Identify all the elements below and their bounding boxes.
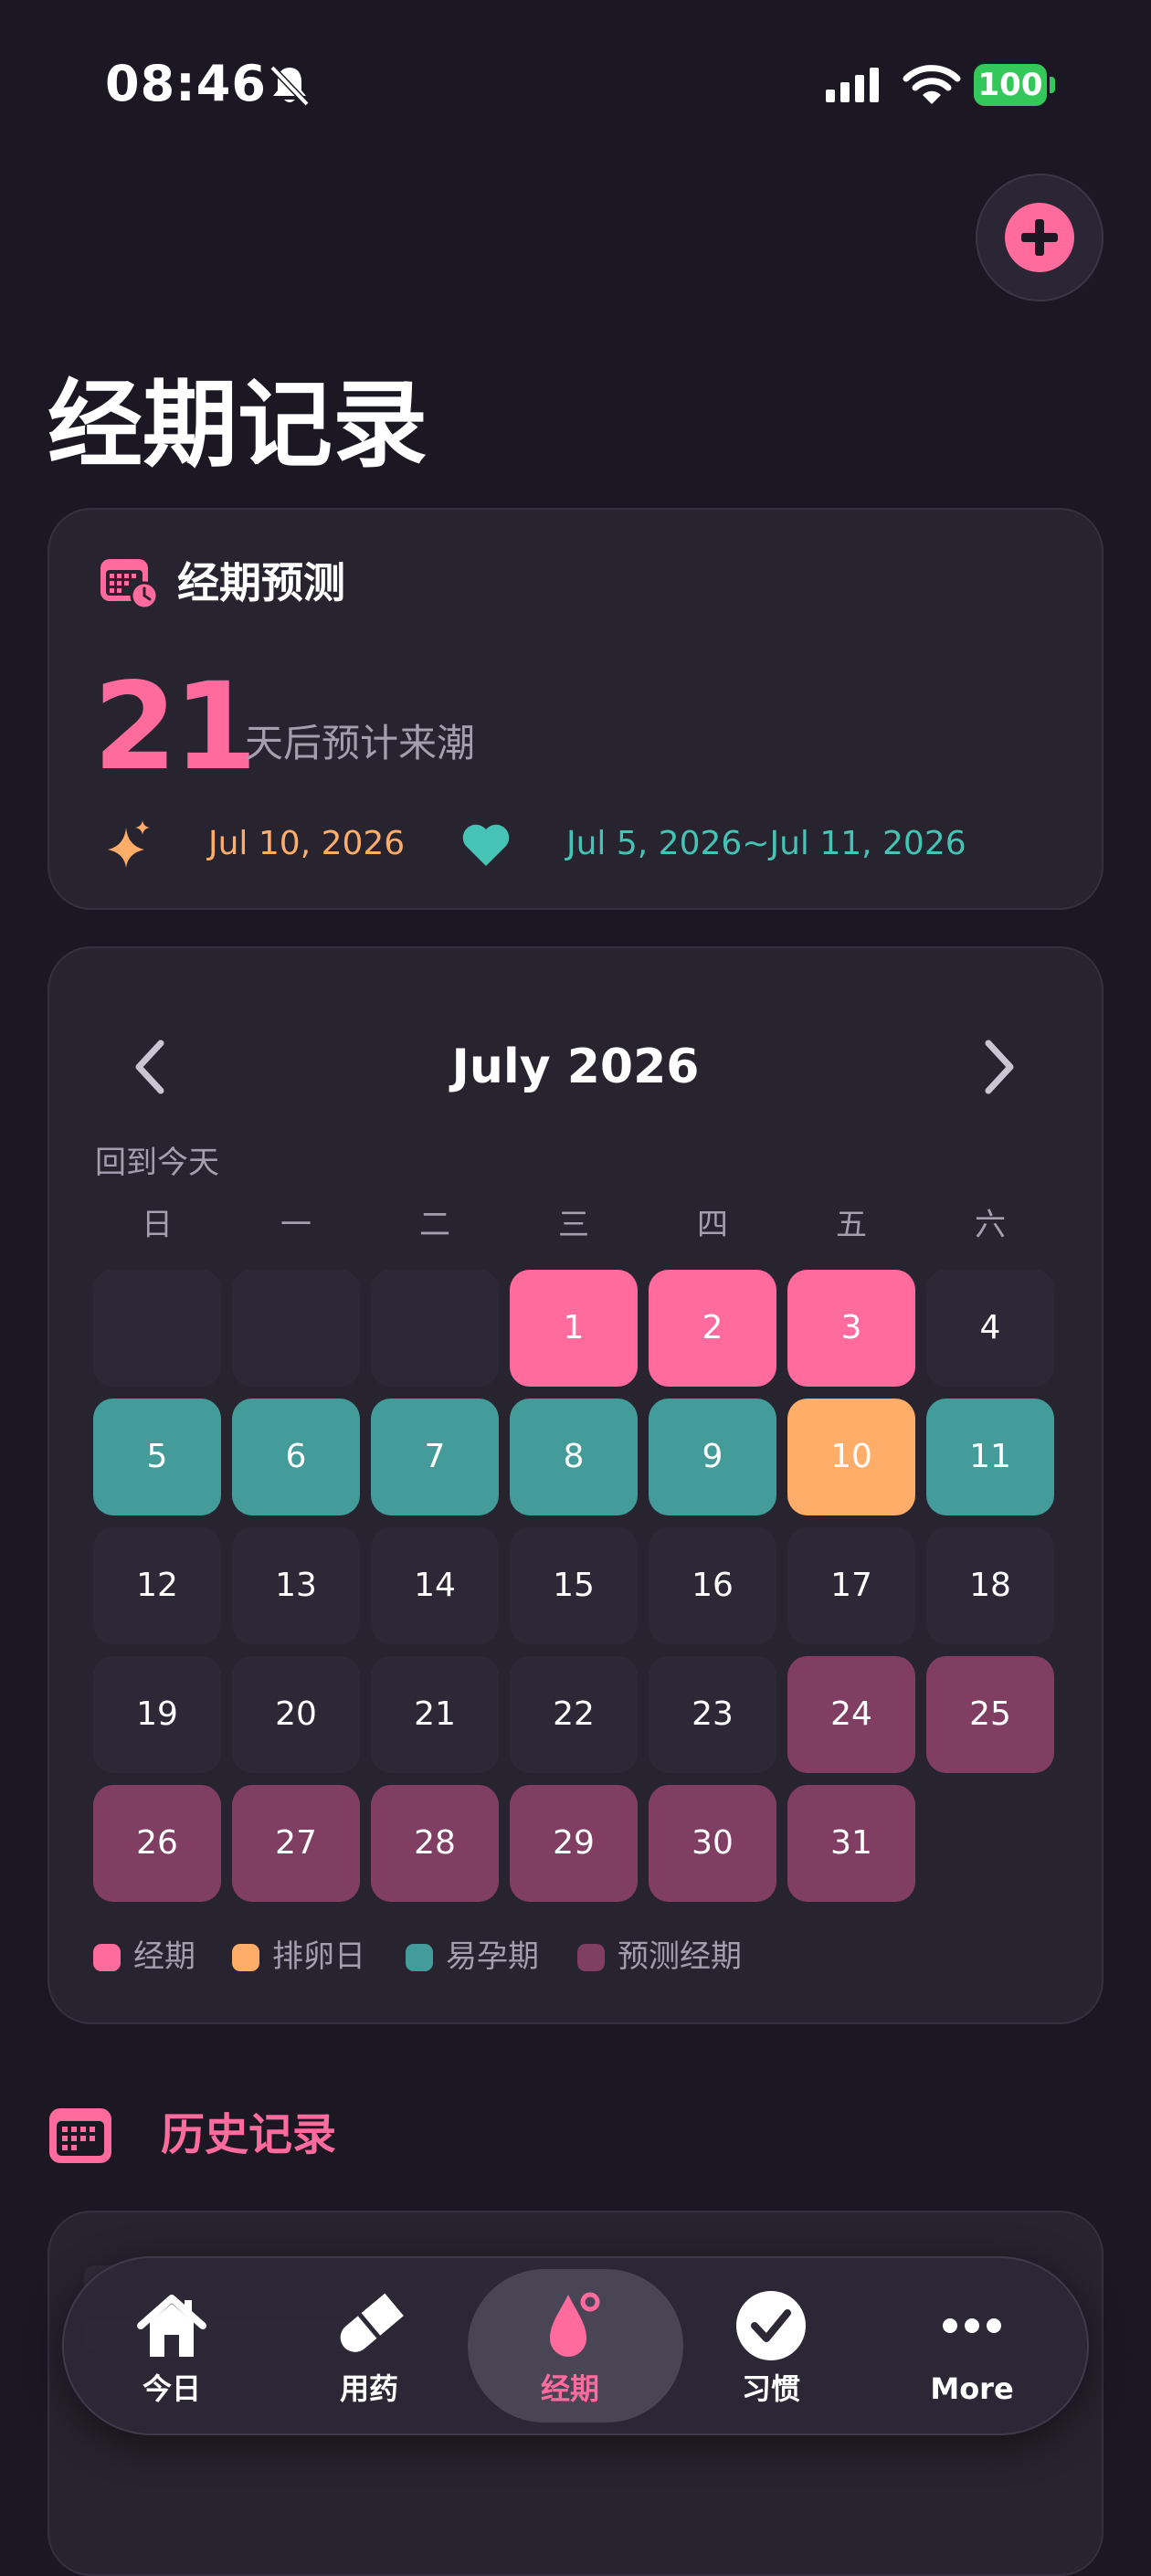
tab-medication[interactable]: 用药 — [269, 2256, 470, 2435]
calendar-grid: 1 2 3 4 5 6 7 8 9 10 11 12 13 14 15 16 17 18 19 20 21 22 23 24 2… — [93, 1270, 1061, 1909]
legend-label: 预测经期 — [618, 1938, 742, 1975]
calendar-icon — [49, 2108, 111, 2163]
day-cell[interactable]: 24 — [787, 1656, 915, 1773]
battery-indicator: 100 — [974, 64, 1056, 106]
day-cell[interactable]: 19 — [93, 1656, 221, 1773]
days-until-period: 21 — [93, 657, 258, 797]
prediction-card: 经期预测 21 天后预计来潮 Jul 10, 2026 Jul 5, 2026~… — [48, 508, 1103, 910]
day-cell[interactable]: 25 — [926, 1656, 1054, 1773]
legend-swatch — [232, 1944, 259, 1971]
history-title: 历史记录 — [161, 2109, 337, 2160]
next-month-button[interactable] — [970, 1029, 1025, 1105]
page-title: 经期记录 — [48, 369, 428, 480]
day-cell[interactable]: 12 — [93, 1527, 221, 1644]
sparkle-icon — [108, 820, 150, 868]
weekday-header: 日一二三四五六 — [93, 1202, 1061, 1248]
days-until-text: 天后预计来潮 — [245, 721, 476, 765]
tab-today[interactable]: 今日 — [71, 2256, 272, 2435]
day-cell[interactable]: 5 — [93, 1399, 221, 1515]
plus-icon — [1005, 203, 1074, 272]
heart-icon — [462, 824, 510, 866]
status-time: 08:46 — [105, 55, 267, 112]
day-cell[interactable]: 3 — [787, 1270, 915, 1387]
day-cell[interactable]: 7 — [371, 1399, 499, 1515]
day-cell[interactable]: 13 — [232, 1527, 360, 1644]
day-cell[interactable]: 29 — [510, 1785, 638, 1902]
day-cell[interactable]: 23 — [649, 1656, 776, 1773]
day-cell[interactable]: 18 — [926, 1527, 1054, 1644]
calendar-clock-icon — [100, 559, 159, 610]
legend-label: 排卵日 — [272, 1938, 365, 1975]
day-cell[interactable]: 9 — [649, 1399, 776, 1515]
legend-label: 易孕期 — [446, 1938, 539, 1975]
day-cell[interactable]: 15 — [510, 1527, 638, 1644]
checkmark-icon — [736, 2291, 806, 2360]
day-cell[interactable]: 16 — [649, 1527, 776, 1644]
day-cell[interactable]: 31 — [787, 1785, 915, 1902]
weekday-label: 四 — [697, 1207, 728, 1243]
empty-day-cell — [93, 1270, 221, 1387]
empty-day-cell — [371, 1270, 499, 1387]
pill-icon — [340, 2293, 404, 2352]
day-cell[interactable]: 28 — [371, 1785, 499, 1902]
day-cell[interactable]: 4 — [926, 1270, 1054, 1387]
empty-day-cell — [232, 1270, 360, 1387]
status-bar: 08:46 100 — [0, 0, 1151, 164]
legend-swatch — [93, 1944, 121, 1971]
wifi-icon — [903, 65, 961, 104]
weekday-label: 三 — [558, 1207, 589, 1243]
weekday-label: 二 — [419, 1207, 450, 1243]
tab-habits[interactable]: 习惯 — [671, 2256, 871, 2435]
cellular-signal-icon — [826, 68, 879, 102]
prediction-title: 经期预测 — [177, 558, 345, 607]
legend-swatch — [406, 1944, 433, 1971]
day-cell[interactable]: 8 — [510, 1399, 638, 1515]
month-title: July 2026 — [451, 1040, 700, 1094]
tab-label: 用药 — [339, 2371, 398, 2406]
weekday-label: 一 — [280, 1207, 312, 1243]
day-cell[interactable]: 27 — [232, 1785, 360, 1902]
day-cell[interactable]: 6 — [232, 1399, 360, 1515]
day-cell[interactable]: 10 — [787, 1399, 915, 1515]
day-cell[interactable]: 20 — [232, 1656, 360, 1773]
battery-level: 100 — [974, 64, 1047, 106]
bell-muted-icon — [269, 65, 310, 107]
legend-label: 经期 — [133, 1938, 195, 1975]
more-icon — [943, 2318, 1001, 2333]
tab-more[interactable]: More — [871, 2256, 1072, 2435]
home-icon — [137, 2295, 206, 2357]
back-to-today-link[interactable]: 回到今天 — [95, 1140, 219, 1186]
day-cell[interactable]: 1 — [510, 1270, 638, 1387]
day-cell[interactable]: 30 — [649, 1785, 776, 1902]
drop-icon — [550, 2292, 600, 2357]
tab-bar: 今日 用药 经期 习惯 More — [62, 2256, 1089, 2435]
tab-label: 习惯 — [741, 2371, 800, 2406]
day-cell[interactable]: 14 — [371, 1527, 499, 1644]
day-cell[interactable]: 17 — [787, 1527, 915, 1644]
weekday-label: 五 — [836, 1207, 867, 1243]
day-cell[interactable]: 22 — [510, 1656, 638, 1773]
day-cell[interactable]: 21 — [371, 1656, 499, 1773]
tab-label: 经期 — [540, 2371, 599, 2406]
calendar-card: July 2026 回到今天 日一二三四五六 1 2 3 4 5 6 7 8 9 10 11 12 13… — [48, 946, 1103, 2024]
ovulation-date: Jul 10, 2026 — [208, 825, 406, 862]
tab-label: 今日 — [142, 2371, 201, 2406]
add-record-button[interactable] — [976, 174, 1103, 301]
fertile-window: Jul 5, 2026~Jul 11, 2026 — [566, 825, 966, 862]
day-cell[interactable]: 26 — [93, 1785, 221, 1902]
tab-label: More — [930, 2371, 1014, 2406]
day-cell[interactable]: 2 — [649, 1270, 776, 1387]
day-cell[interactable]: 11 — [926, 1399, 1054, 1515]
legend-swatch — [577, 1944, 605, 1971]
weekday-label: 日 — [142, 1207, 173, 1243]
weekday-label: 六 — [975, 1207, 1006, 1243]
tab-period[interactable]: 经期 — [468, 2256, 683, 2435]
